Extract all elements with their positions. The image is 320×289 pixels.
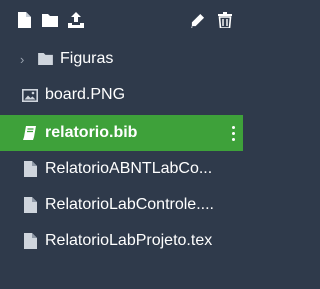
file-label: relatorio.bib <box>45 124 138 141</box>
file-board-png[interactable]: board.PNG <box>0 77 243 113</box>
file-relatorio-abnt[interactable]: RelatorioABNTLabCo... <box>0 151 243 187</box>
image-icon <box>22 87 38 103</box>
book-icon <box>22 125 38 141</box>
file-label: RelatorioLabProjeto.tex <box>45 232 213 249</box>
new-file-icon[interactable] <box>16 12 32 28</box>
file-relatorio-lab-controle[interactable]: RelatorioLabControle.... <box>0 187 243 223</box>
file-relatorio-bib[interactable]: relatorio.bib <box>0 115 243 151</box>
folder-label: Figuras <box>60 50 114 67</box>
new-folder-icon[interactable] <box>42 12 58 28</box>
file-tree-toolbar <box>0 0 243 40</box>
folder-icon <box>37 51 53 67</box>
folder-figuras[interactable]: › Figuras <box>0 41 243 77</box>
file-tree: › Figuras board.PNG relatorio.bib Relato… <box>0 41 243 259</box>
file-icon <box>22 233 38 249</box>
upload-icon[interactable] <box>68 12 84 28</box>
file-relatorio-lab-projeto[interactable]: RelatorioLabProjeto.tex <box>0 223 243 259</box>
file-label: RelatorioABNTLabCo... <box>45 160 213 177</box>
file-icon <box>22 161 38 177</box>
file-label: board.PNG <box>45 86 126 103</box>
delete-trash-icon[interactable] <box>217 12 233 28</box>
file-tree-panel: › Figuras board.PNG relatorio.bib Relato… <box>0 0 243 289</box>
rename-pencil-icon[interactable] <box>189 12 205 28</box>
more-options-icon[interactable] <box>232 125 235 141</box>
chevron-right-icon[interactable]: › <box>20 52 34 67</box>
file-icon <box>22 197 38 213</box>
file-label: RelatorioLabControle.... <box>45 196 214 213</box>
